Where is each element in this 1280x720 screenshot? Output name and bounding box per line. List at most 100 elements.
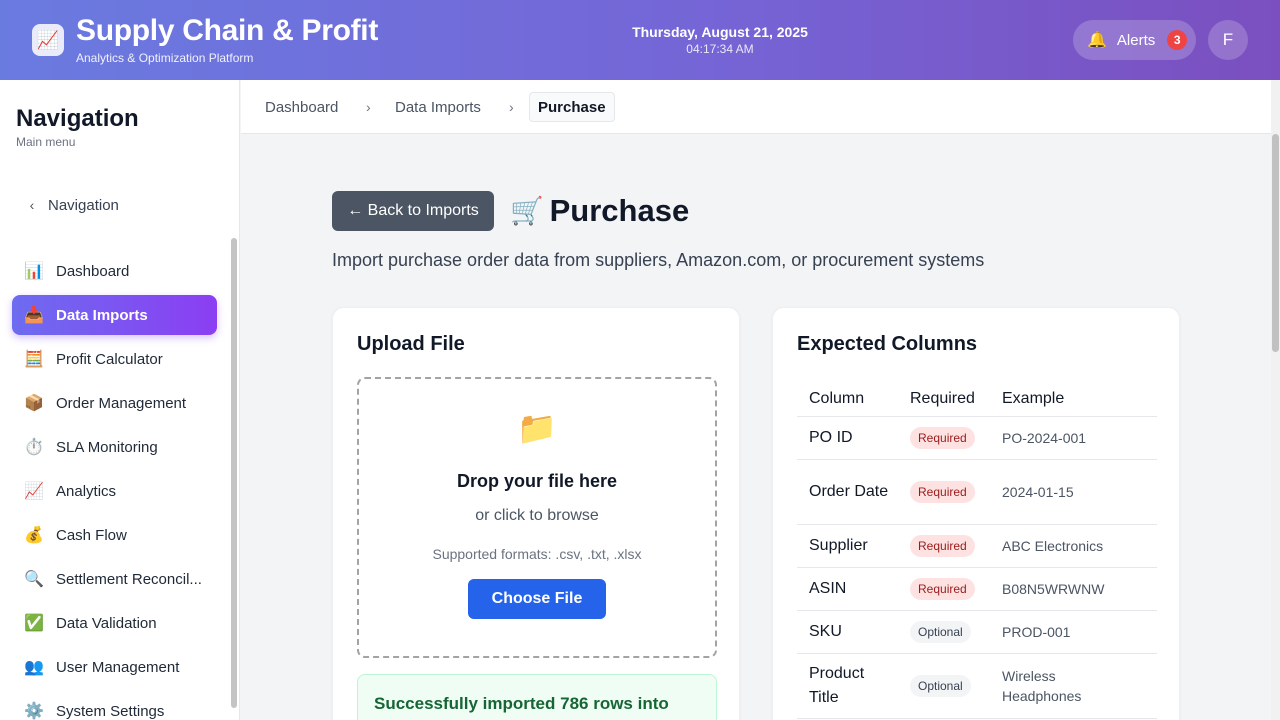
columns-card-title: Expected Columns (797, 333, 978, 355)
sidebar-item-label: Analytics (56, 482, 117, 500)
alerts-button[interactable]: 🔔 Alerts 3 (1073, 20, 1196, 60)
column-example: ABC Electronics (1002, 537, 1104, 554)
page-description: Import purchase order data from supplier… (332, 250, 985, 270)
sidebar-item-label: Data Imports (56, 306, 148, 324)
sidebar-item-icon: 📊 (24, 263, 44, 280)
breadcrumb-data-imports[interactable]: Data Imports (395, 80, 481, 134)
chevron-right-icon: › (366, 99, 371, 115)
folder-icon: 📁 (517, 410, 557, 446)
sidebar-item-order-management[interactable]: 📦 Order Management (12, 383, 217, 423)
sidebar-scrollbar[interactable] (231, 238, 237, 708)
required-cell: Optional (898, 610, 990, 654)
column-name-cell: Product Title (797, 653, 898, 719)
column-name: Order Date (809, 482, 889, 500)
required-cell: Required (898, 524, 990, 568)
required-cell: Required (898, 567, 990, 611)
column-header-example: Example (990, 383, 1157, 417)
table-row: Product Title Optional Wireless Headphones (797, 653, 1157, 719)
shopping-cart-icon: 🛒 (510, 196, 544, 226)
sidebar-item-label: User Management (56, 658, 180, 676)
sidebar-item-label: Profit Calculator (56, 350, 163, 368)
chevron-left-icon: ‹ (29, 197, 35, 213)
sidebar-subtitle: Main menu (16, 135, 76, 149)
required-badge: Required (910, 534, 975, 557)
import-success-alert: Successfully imported 786 rows into (357, 674, 717, 720)
back-to-imports-button[interactable]: ← Back to Imports (332, 191, 494, 231)
table-row: Supplier Required ABC Electronics (797, 524, 1157, 568)
sidebar-item-icon: 📥 (24, 307, 44, 324)
sidebar-item-icon: ⏱️ (24, 439, 44, 456)
user-avatar[interactable]: F (1208, 20, 1248, 60)
choose-file-button[interactable]: Choose File (468, 579, 606, 619)
table-row: SKU Optional PROD-001 (797, 610, 1157, 654)
sidebar-back-button[interactable]: ‹ Navigation (16, 190, 216, 220)
dropzone-title: Drop your file here (456, 471, 618, 491)
expected-columns-table: Column Required Example PO ID Required PO-… (797, 383, 1157, 719)
column-name: SKU (809, 622, 842, 640)
current-time: 04:17:34 AM (686, 42, 754, 56)
bell-icon: 🔔 (1087, 32, 1107, 49)
column-example: B08N5WRWNW (1002, 580, 1105, 597)
required-badge: Required (910, 480, 975, 503)
example-cell: PROD-001 (990, 610, 1157, 654)
chevron-right-icon: › (509, 99, 514, 115)
sidebar-item-system-settings[interactable]: ⚙️ System Settings (12, 691, 217, 720)
column-header-column: Column (797, 383, 898, 417)
sidebar-item-label: SLA Monitoring (56, 438, 158, 456)
required-cell: Required (898, 459, 990, 525)
required-badge: Required (910, 577, 975, 600)
table-row: Order Date Required 2024-01-15 (797, 459, 1157, 525)
file-dropzone[interactable]: 📁 Drop your file here or click to browse… (357, 377, 717, 658)
example-cell: PO-2024-001 (990, 416, 1157, 460)
sidebar-item-data-validation[interactable]: ✅ Data Validation (12, 603, 217, 643)
sidebar-item-settlement-reconcil[interactable]: 🔍 Settlement Reconcil... (12, 559, 217, 599)
example-cell: Wireless Headphones (990, 653, 1157, 719)
column-name-cell: ASIN (797, 567, 898, 611)
upload-card-title: Upload File (357, 333, 465, 355)
sidebar-title: Navigation (16, 105, 139, 132)
breadcrumb-current: Purchase (529, 92, 615, 122)
required-cell: Required (898, 416, 990, 460)
sidebar-item-icon: 📦 (24, 395, 44, 412)
expected-columns-body: PO ID Required PO-2024-001 Order Date Requir… (797, 416, 1157, 719)
sidebar-item-user-management[interactable]: 👥 User Management (12, 647, 217, 687)
dropzone-subtitle: or click to browse (475, 507, 599, 524)
page-title-text: Purchase (549, 193, 690, 228)
column-name: PO ID (809, 428, 853, 446)
alerts-label: Alerts (1116, 31, 1156, 49)
sidebar-item-data-imports[interactable]: 📥 Data Imports (12, 295, 217, 335)
sidebar-item-icon: ⚙️ (24, 703, 44, 720)
sidebar-item-dashboard[interactable]: 📊 Dashboard (12, 251, 217, 291)
column-example: 2024-01-15 (1002, 483, 1074, 500)
column-header-required: Required (898, 383, 990, 417)
alerts-count-badge: 3 (1167, 30, 1188, 50)
app-title: Supply Chain & Profit (76, 14, 379, 47)
column-example: Wireless Headphones (1002, 667, 1082, 704)
supported-formats: Supported formats: .csv, .txt, .xlsx (432, 546, 642, 562)
column-name-cell: Supplier (797, 524, 898, 568)
column-name: ASIN (809, 579, 847, 597)
page-title: 🛒 Purchase (510, 193, 689, 229)
column-name-cell: SKU (797, 610, 898, 654)
column-example: PROD-001 (1002, 623, 1071, 640)
table-header-row: Column Required Example (797, 383, 1157, 417)
column-example: PO-2024-001 (1002, 429, 1087, 446)
example-cell: B08N5WRWNW (990, 567, 1157, 611)
sidebar-item-label: Settlement Reconcil... (56, 570, 202, 588)
sidebar-item-analytics[interactable]: 📈 Analytics (12, 471, 217, 511)
chart-up-icon: 📈 (32, 24, 64, 56)
sidebar: Navigation Main menu ‹ Navigation 📊 Dashb… (0, 80, 240, 720)
success-message: Successfully imported 786 rows into (374, 694, 669, 713)
sidebar-item-cash-flow[interactable]: 💰 Cash Flow (12, 515, 217, 555)
example-cell: ABC Electronics (990, 524, 1157, 568)
expected-columns-card: Expected Columns Column Required Example… (772, 307, 1180, 720)
sidebar-item-profit-calculator[interactable]: 🧮 Profit Calculator (12, 339, 217, 379)
top-header: 📈 Supply Chain & Profit Analytics & Opti… (0, 0, 1280, 80)
sidebar-item-icon: 💰 (24, 527, 44, 544)
sidebar-item-sla-monitoring[interactable]: ⏱️ SLA Monitoring (12, 427, 217, 467)
required-badge: Optional (910, 674, 971, 697)
main-scrollbar-thumb[interactable] (1272, 134, 1279, 352)
breadcrumb-dashboard[interactable]: Dashboard (265, 80, 338, 134)
current-date: Thursday, August 21, 2025 (632, 24, 808, 40)
sidebar-item-label: Cash Flow (56, 526, 127, 544)
